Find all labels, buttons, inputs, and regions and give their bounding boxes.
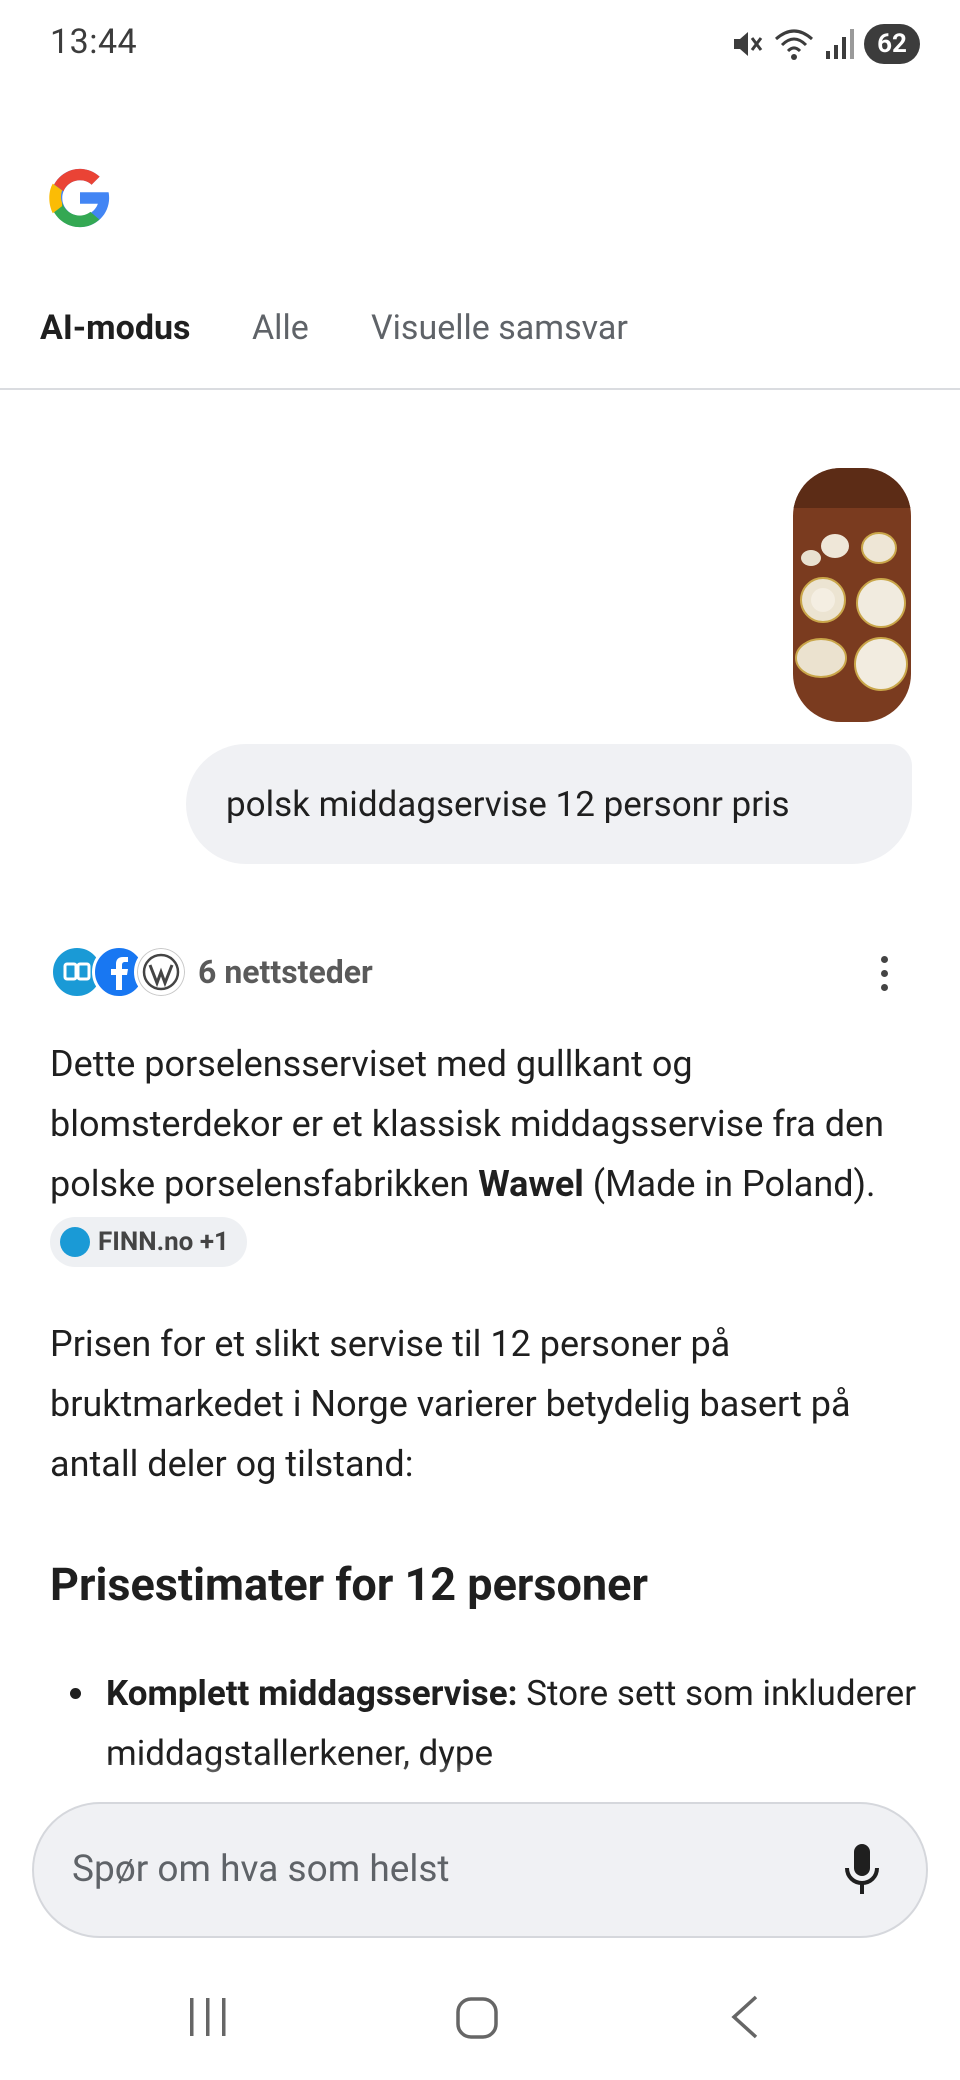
signal-icon	[826, 29, 854, 59]
wordpress-icon	[134, 945, 188, 999]
google-logo[interactable]	[42, 160, 118, 236]
more-options-button[interactable]	[864, 949, 904, 997]
mute-icon	[734, 32, 763, 56]
answer-paragraph-2: Prisen for et slikt servise til 12 perso…	[50, 1323, 851, 1485]
home-icon[interactable]	[455, 1996, 499, 2040]
back-icon[interactable]	[728, 1994, 762, 2040]
list-item: Komplett middagsservise: Store sett som …	[70, 1664, 920, 1774]
section-heading: Prisestimater for 12 personer	[50, 1558, 648, 1611]
bullet-title: Komplett middagsservise:	[106, 1673, 518, 1714]
bullet-icon	[70, 1688, 81, 1699]
recents-icon[interactable]	[186, 1996, 230, 2038]
query-bubble: polsk middagservise 12 personr pris	[186, 744, 912, 864]
status-time: 13:44	[50, 22, 138, 62]
battery-icon: 62	[864, 24, 920, 64]
search-placeholder: Spør om hva som helst	[72, 1848, 450, 1891]
mode-tabs: AI-modus Alle Visuelle samsvar	[0, 290, 960, 390]
tab-visuelle-samsvar[interactable]: Visuelle samsvar	[371, 308, 628, 348]
content-fade	[0, 1760, 960, 1800]
answer-text: (Made in Poland).	[583, 1163, 876, 1205]
answer-highlight: Wawel	[478, 1163, 584, 1205]
query-image-thumbnail[interactable]	[793, 468, 911, 722]
sources-row[interactable]: 6 nettsteder	[50, 945, 910, 1001]
mic-icon[interactable]	[842, 1842, 882, 1898]
finn-icon	[60, 1227, 90, 1258]
status-icons: 62	[730, 22, 920, 66]
search-input[interactable]: Spør om hva som helst	[32, 1802, 928, 1938]
system-nav-bar	[0, 1960, 960, 2080]
answer-paragraph-1: Dette porselensserviset med gullkant og …	[50, 1034, 920, 1274]
sources-count: 6 nettsteder	[198, 953, 373, 991]
wifi-6e-icon	[775, 29, 813, 60]
status-bar: 13:44 62	[0, 0, 960, 90]
tab-alle[interactable]: Alle	[252, 308, 309, 348]
tab-ai-modus[interactable]: AI-modus	[40, 308, 190, 348]
source-chip[interactable]: FINN.no +1	[50, 1217, 247, 1268]
source-chip-label: FINN.no +1	[98, 1227, 229, 1258]
